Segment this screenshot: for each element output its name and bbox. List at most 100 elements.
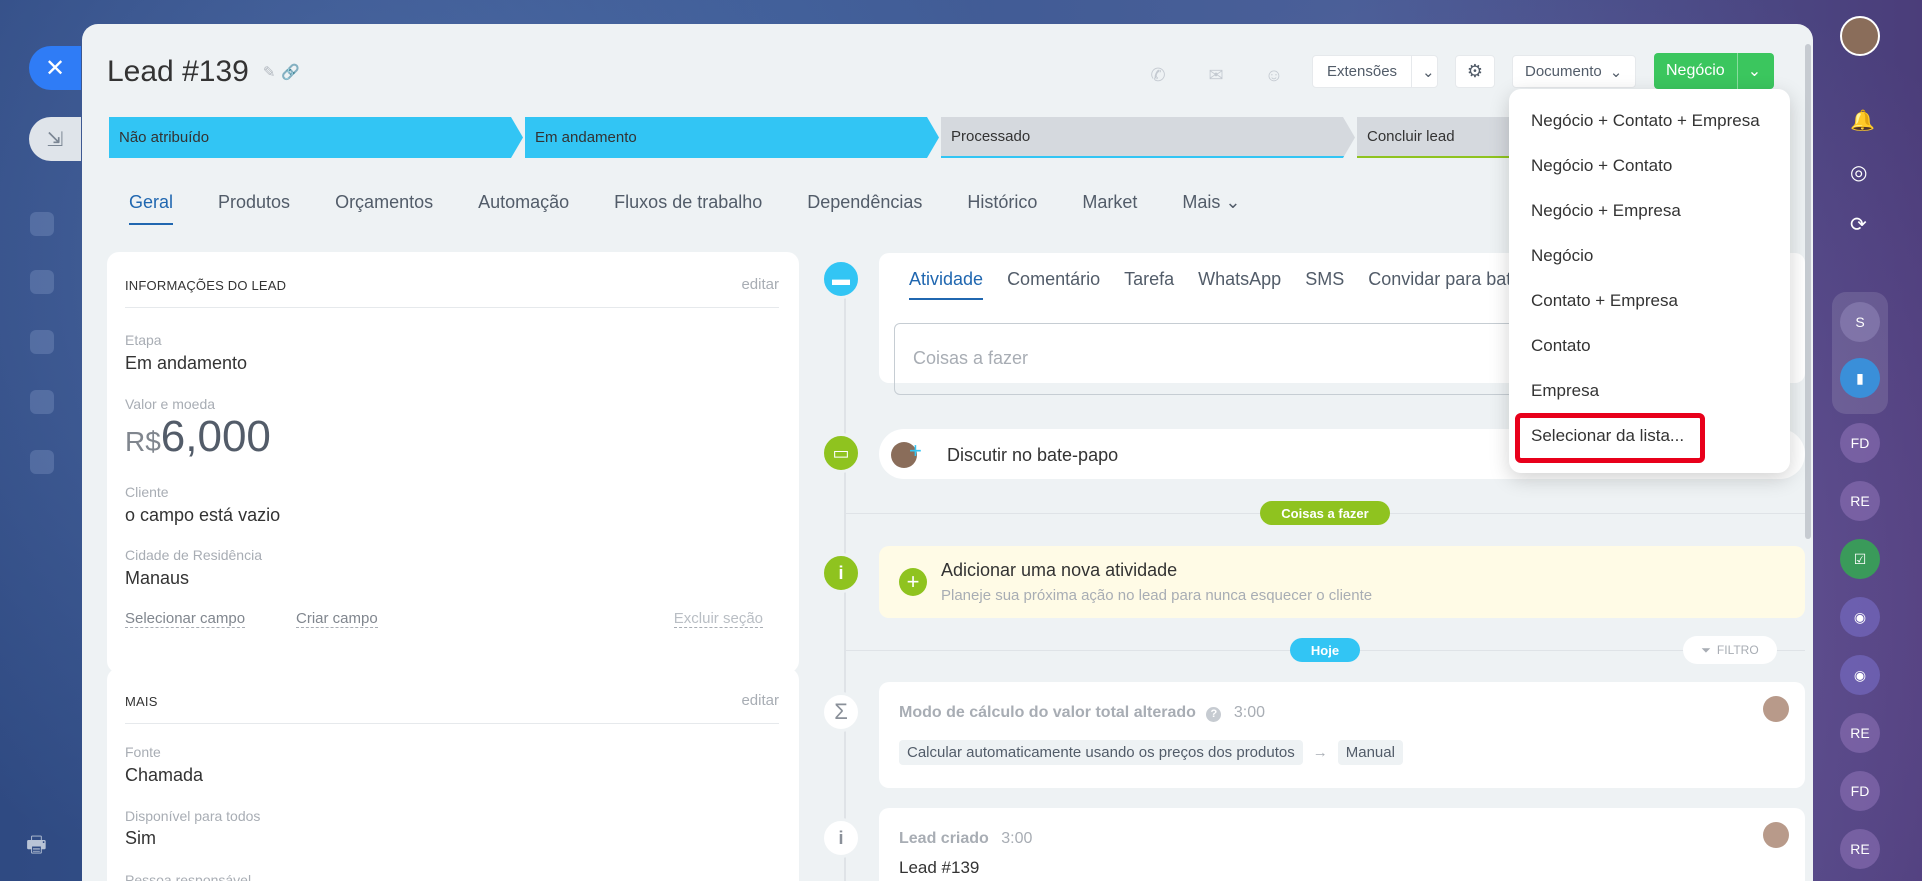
tab-products[interactable]: Produtos (218, 192, 290, 225)
tab-activity[interactable]: Atividade (909, 269, 984, 300)
menu-item-deal-contact[interactable]: Negócio + Contato (1531, 156, 1672, 176)
event-title: Lead criado 3:00 (899, 830, 1032, 848)
settings-button[interactable]: ⚙ (1455, 55, 1495, 88)
rail-badge[interactable]: FD (1840, 771, 1880, 811)
stage-processed[interactable]: Processado (941, 117, 1355, 158)
create-field-link[interactable]: Criar campo (296, 610, 378, 628)
tab-general[interactable]: Geral (129, 192, 174, 225)
chevron-down-icon: ⌄ (1225, 192, 1241, 212)
scrollbar[interactable] (1805, 44, 1811, 539)
stage-unassigned[interactable]: Não atribuído (109, 117, 523, 158)
phone-icon[interactable]: ✆ (1138, 55, 1178, 95)
rail-badge[interactable]: FD (1840, 423, 1880, 463)
sync-icon[interactable]: ⟳ (1850, 212, 1867, 237)
stage-value[interactable]: Em andamento (125, 353, 247, 374)
tab-comment[interactable]: Comentário (1007, 269, 1100, 300)
calc-mode-event: Modo de cálculo do valor total alterado … (879, 682, 1805, 788)
edit-link[interactable]: editar (741, 276, 779, 293)
tab-workflows[interactable]: Fluxos de trabalho (614, 192, 762, 225)
discuss-label: Discutir no bate-papo (947, 445, 1119, 465)
filter-button[interactable]: ⏷ FILTRO (1683, 636, 1777, 664)
left-nav-ghost-icon (30, 390, 54, 414)
mail-icon[interactable]: ✉ (1196, 55, 1236, 95)
new-value: Manual (1337, 740, 1403, 765)
user-avatar[interactable] (1840, 16, 1880, 56)
target-icon[interactable]: ◎ (1850, 160, 1867, 185)
chevron-down-icon: ⌄ (1609, 63, 1623, 81)
deal-convert-button[interactable]: Negócio ⌄ (1654, 53, 1774, 89)
city-value[interactable]: Manaus (125, 568, 189, 589)
close-slider-button[interactable]: ✕ (29, 46, 81, 90)
event-time: 3:00 (1001, 830, 1033, 847)
plus-icon: + (899, 568, 927, 596)
help-icon[interactable]: ? (1206, 707, 1222, 722)
tab-sms[interactable]: SMS (1305, 269, 1344, 300)
tab-more[interactable]: Mais ⌄ (1182, 192, 1240, 225)
edit-link[interactable]: editar (741, 692, 779, 709)
rail-badge-label: RE (1850, 725, 1870, 741)
lead-created-event: Lead criado 3:00 Lead #139 (879, 808, 1805, 881)
rail-badge[interactable]: S (1840, 302, 1880, 342)
source-value[interactable]: Chamada (125, 765, 203, 786)
left-nav-ghost-icon (30, 450, 54, 474)
chevron-down-icon: ⌄ (1422, 63, 1435, 81)
tab-quotes[interactable]: Orçamentos (335, 192, 433, 225)
tab-history[interactable]: Histórico (967, 192, 1037, 225)
menu-item-company[interactable]: Empresa (1531, 381, 1599, 401)
bookmark-icon[interactable]: ▮ (1840, 358, 1880, 398)
sigma-icon: Σ (821, 692, 861, 732)
document-button[interactable]: Documento ⌄ (1512, 55, 1636, 88)
old-value: Calcular automaticamente usando os preço… (899, 740, 1303, 765)
print-icon[interactable]: 🖶 (26, 828, 47, 866)
add-activity-card[interactable]: + Adicionar uma nova atividade Planeje s… (879, 546, 1805, 618)
tab-dependencies[interactable]: Dependências (807, 192, 922, 225)
edit-pencil-icon[interactable]: ✎ (263, 63, 276, 81)
field-label: Cidade de Residência (125, 547, 262, 563)
stage-in-progress[interactable]: Em andamento (525, 117, 939, 158)
close-icon: ✕ (44, 54, 66, 82)
filter-icon: ⏷ (1701, 642, 1711, 657)
rail-badge-label: S (1855, 314, 1865, 330)
delete-section-link[interactable]: Excluir seção (673, 610, 763, 628)
openline-icon[interactable]: ◉ (1840, 655, 1880, 695)
add-activity-subtitle: Planeje sua próxima ação no lead para nu… (941, 587, 1373, 604)
menu-item-contact-company[interactable]: Contato + Empresa (1531, 291, 1678, 311)
openline-icon[interactable]: ◉ (1840, 597, 1880, 637)
extensions-button[interactable]: Extensões ⌄ (1312, 55, 1438, 88)
field-label: Pessoa responsável (125, 872, 252, 881)
info-icon: i (821, 818, 861, 858)
field-label: Etapa (125, 332, 162, 348)
stage-label: Processado (951, 128, 1031, 145)
menu-item-contact[interactable]: Contato (1531, 336, 1591, 356)
rail-badge-label: FD (1850, 435, 1870, 451)
menu-item-deal-company[interactable]: Negócio + Empresa (1531, 201, 1681, 221)
rail-badge[interactable]: RE (1840, 713, 1880, 753)
avatar (1763, 822, 1789, 848)
minimize-slider-button[interactable]: ⇲ (29, 117, 81, 161)
activity-tabs: Atividade Comentário Tarefa WhatsApp SMS… (909, 269, 1567, 300)
add-icon: + (909, 438, 922, 463)
client-value[interactable]: o campo está vazio (125, 505, 280, 526)
amount-value[interactable]: R$6,000 (125, 412, 271, 462)
select-field-link[interactable]: Selecionar campo (125, 610, 246, 628)
todo-placeholder: Coisas a fazer (913, 348, 1029, 368)
menu-item-deal-contact-company[interactable]: Negócio + Contato + Empresa (1531, 111, 1760, 131)
calc-change: Calcular automaticamente usando os preço… (899, 740, 1403, 765)
available-value[interactable]: Sim (125, 828, 156, 849)
chat-icon[interactable]: ☺ (1254, 55, 1294, 95)
checklist-icon[interactable]: ☑ (1840, 539, 1880, 579)
stage-label: Não atribuído (119, 129, 210, 146)
tab-whatsapp[interactable]: WhatsApp (1198, 269, 1281, 300)
tab-market[interactable]: Market (1082, 192, 1137, 225)
stage-label: Concluir lead (1367, 128, 1455, 145)
add-activity-title: Adicionar uma nova atividade (941, 560, 1178, 580)
tab-automation[interactable]: Automação (478, 192, 569, 225)
rail-badge[interactable]: RE (1840, 829, 1880, 869)
link-icon[interactable]: 🔗 (281, 63, 300, 81)
menu-item-deal[interactable]: Negócio (1531, 246, 1593, 266)
rail-badge[interactable]: RE (1840, 481, 1880, 521)
tab-task[interactable]: Tarefa (1124, 269, 1174, 300)
gear-icon: ⚙ (1466, 61, 1484, 81)
lead-title: Lead #139 (107, 55, 249, 88)
bell-icon[interactable]: 🔔 (1850, 108, 1875, 133)
